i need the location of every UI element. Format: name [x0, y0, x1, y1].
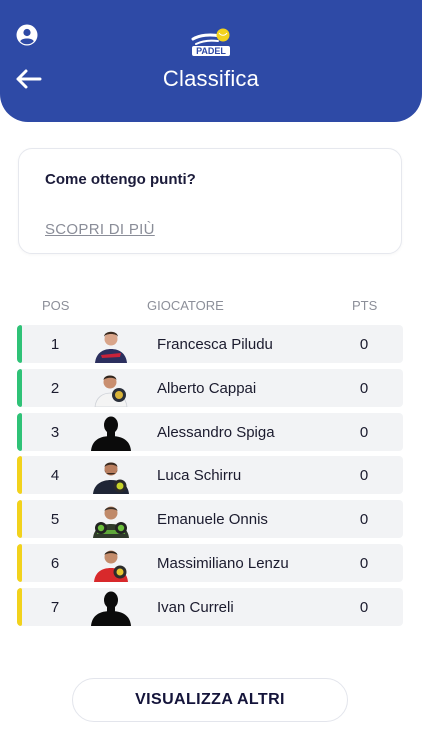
app-logo: PADEL [190, 26, 232, 60]
player-name: Francesca Piludu [157, 336, 273, 353]
rank-stripe [17, 500, 22, 539]
rank-stripe [17, 587, 22, 626]
points-info-card: Come ottengo punti? SCOPRI DI PIÙ [18, 148, 402, 254]
player-avatar [87, 325, 135, 363]
player-name: Massimiliano Lenzu [157, 554, 289, 572]
logo-text: PADEL [196, 46, 226, 56]
app-header: PADEL Classifica [0, 0, 422, 122]
learn-more-link[interactable]: SCOPRI DI PIÙ [45, 221, 155, 238]
player-points: 0 [359, 467, 369, 485]
column-pos: POS [42, 298, 70, 313]
rank-stripe [17, 325, 22, 363]
player-points: 0 [359, 379, 369, 397]
player-points: 0 [359, 598, 369, 616]
ranking-row[interactable]: 4 Luca Schirru 0 [17, 456, 403, 495]
ranking-table-header: POS GIOCATORE PTS [0, 298, 422, 316]
rank-position: 4 [50, 467, 60, 485]
ranking-row[interactable]: 7 Ivan Curreli 0 [17, 587, 403, 626]
ranking-list: 1 Francesca Piludu 0 2 Alberto Cappai 0 … [17, 325, 403, 632]
player-avatar-silhouette [87, 587, 135, 626]
rank-stripe [17, 412, 22, 451]
player-avatar [87, 456, 135, 495]
points-info-title: Come ottengo punti? [45, 171, 196, 188]
profile-icon[interactable] [16, 24, 38, 46]
rank-position: 7 [50, 598, 60, 616]
player-avatar [87, 368, 135, 407]
rank-position: 5 [50, 511, 60, 529]
player-points: 0 [359, 423, 369, 441]
player-avatar [87, 500, 135, 539]
ranking-row[interactable]: 5 Emanuele Onnis 0 [17, 500, 403, 539]
ranking-row[interactable]: 1 Francesca Piludu 0 [17, 325, 403, 363]
show-more-button[interactable]: VISUALIZZA ALTRI [72, 678, 348, 722]
player-avatar [87, 543, 135, 582]
rank-position: 6 [50, 554, 60, 572]
rank-position: 3 [50, 423, 60, 441]
ranking-row[interactable]: 3 Alessandro Spiga 0 [17, 412, 403, 451]
column-pts: PTS [352, 298, 378, 313]
player-name: Luca Schirru [157, 467, 242, 485]
rank-position: 1 [50, 336, 60, 353]
ranking-row[interactable]: 6 Massimiliano Lenzu 0 [17, 543, 403, 582]
column-player: GIOCATORE [147, 298, 224, 313]
player-name: Alberto Cappai [157, 379, 257, 397]
player-name: Alessandro Spiga [157, 423, 275, 441]
player-avatar-silhouette [87, 412, 135, 451]
rank-stripe [17, 543, 22, 582]
player-name: Emanuele Onnis [157, 511, 268, 529]
player-points: 0 [359, 554, 369, 572]
rank-stripe [17, 368, 22, 407]
rank-stripe [17, 456, 22, 495]
player-points: 0 [359, 336, 369, 353]
player-name: Ivan Curreli [157, 598, 234, 616]
rank-position: 2 [50, 379, 60, 397]
ranking-row[interactable]: 2 Alberto Cappai 0 [17, 368, 403, 407]
page-title: Classifica [162, 66, 260, 91]
player-points: 0 [359, 511, 369, 529]
